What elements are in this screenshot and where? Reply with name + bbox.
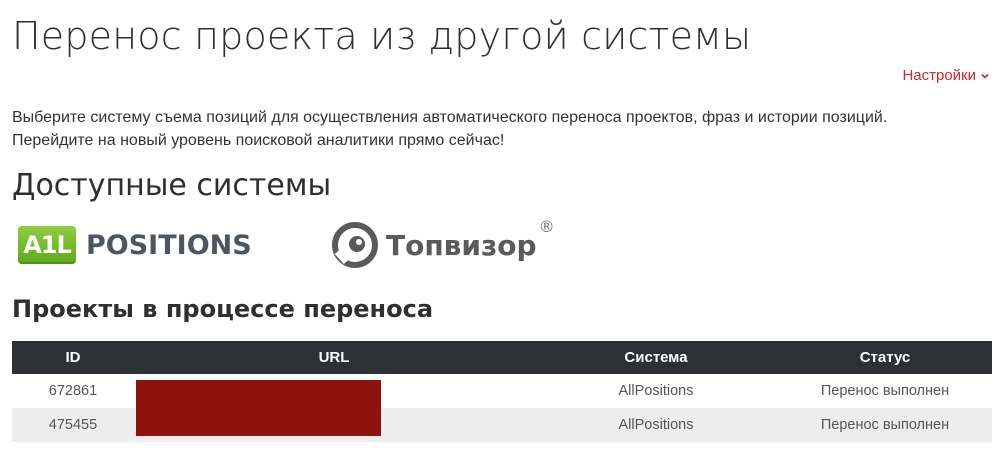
intro-line-2: Перейдите на новый уровень поисковой ана… <box>12 132 505 149</box>
page: Перенос проекта из другой системы Настро… <box>0 0 1000 463</box>
column-header-url[interactable]: URL <box>134 341 534 374</box>
a1-positions-text: POSITIONS <box>86 229 252 261</box>
column-header-system[interactable]: Система <box>534 341 778 374</box>
chevron-down-icon <box>981 73 989 79</box>
projects-table: ID URL Система Статус 672861 AllPosition… <box>12 341 992 442</box>
cell-system: AllPositions <box>618 383 694 399</box>
topvizor-label: Топвизор <box>386 228 537 262</box>
a1-badge: A1L <box>18 226 76 264</box>
column-header-status[interactable]: Статус <box>778 341 992 374</box>
intro-text: Выберите систему съема позиций для осуще… <box>12 106 972 152</box>
column-header-id[interactable]: ID <box>12 341 134 374</box>
system-topvizor[interactable]: Топвизор ® <box>332 217 555 268</box>
table-row[interactable]: 475455 AllPositions Перенос выполнен <box>12 408 992 442</box>
redacted-url <box>136 408 381 436</box>
cell-id: 672861 <box>48 383 98 399</box>
page-title: Перенос проекта из другой системы <box>12 14 752 58</box>
table-header-row: ID URL Система Статус <box>12 341 992 374</box>
cell-system: AllPositions <box>618 417 694 433</box>
system-allpositions[interactable]: A1L POSITIONS <box>18 226 252 264</box>
available-systems-title: Доступные системы <box>12 168 332 203</box>
cell-id: 475455 <box>48 417 98 433</box>
settings-link[interactable]: Настройки <box>902 67 990 84</box>
cell-status: Перенос выполнен <box>820 417 950 433</box>
settings-label: Настройки <box>902 67 976 84</box>
table-row[interactable]: 672861 AllPositions Перенос выполнен <box>12 374 992 408</box>
redacted-url <box>136 380 381 408</box>
systems-list: A1L POSITIONS Топвизор ® <box>18 217 618 278</box>
registered-mark: ® <box>538 216 555 236</box>
intro-line-1: Выберите систему съема позиций для осуще… <box>12 109 888 126</box>
topvizor-name: Топвизор ® <box>386 217 555 262</box>
cell-status: Перенос выполнен <box>820 383 950 399</box>
projects-title: Проекты в процессе переноса <box>12 295 434 323</box>
topvizor-eye-icon <box>332 222 378 268</box>
cell-url <box>134 374 534 408</box>
cell-url <box>134 408 534 442</box>
